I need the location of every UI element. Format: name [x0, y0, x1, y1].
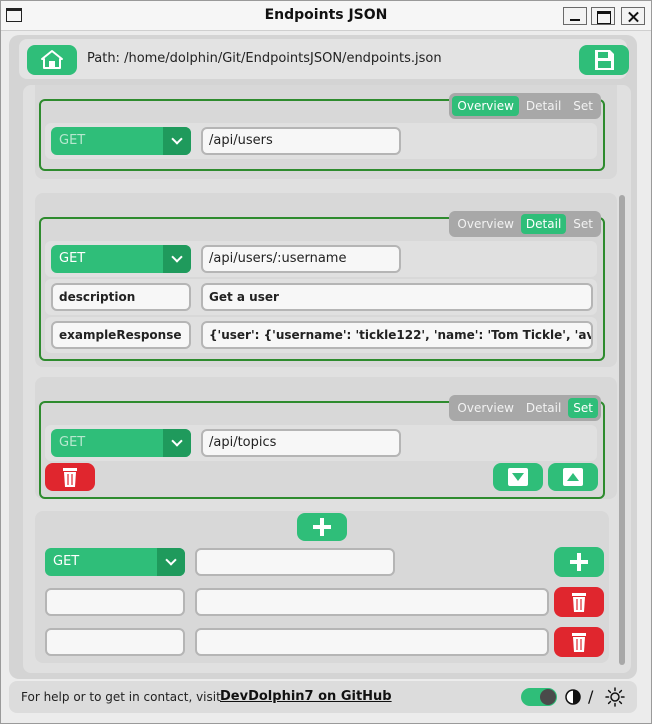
save-button[interactable]: [579, 45, 629, 75]
close-button[interactable]: [621, 7, 645, 25]
method-label: GET: [59, 133, 86, 148]
trash-icon: [572, 633, 586, 652]
delete-field-button[interactable]: [554, 627, 604, 657]
save-icon: [595, 50, 614, 70]
method-label: GET: [53, 554, 80, 569]
new-field-key-input[interactable]: [45, 628, 185, 656]
dark-mode-icon: [565, 689, 581, 705]
endpoint-path-input[interactable]: /api/users/:username: [201, 245, 401, 273]
file-path: Path: /home/dolphin/Git/EndpointsJSON/en…: [87, 51, 442, 66]
title-bar: Endpoints JSON: [1, 1, 651, 31]
plus-icon: [313, 518, 331, 536]
field-key-input[interactable]: exampleResponse: [51, 321, 191, 349]
new-method-select[interactable]: GET: [45, 548, 185, 576]
plus-icon: [570, 553, 588, 571]
light-mode-icon: [605, 687, 625, 707]
trash-icon: [63, 468, 77, 487]
new-endpoint-path-input[interactable]: [195, 548, 395, 576]
arrow-down-icon: [508, 468, 528, 486]
tab-overview[interactable]: Overview: [452, 96, 519, 116]
field-key-input[interactable]: description: [51, 283, 191, 311]
delete-field-button[interactable]: [554, 587, 604, 617]
chevron-down-icon: [163, 127, 191, 155]
github-link[interactable]: DevDolphin7 on GitHub: [220, 689, 392, 704]
tab-set[interactable]: Set: [568, 214, 598, 234]
endpoint-panel: Overview Detail Set GET /api/topics: [39, 395, 605, 499]
new-field-value-input[interactable]: [195, 588, 549, 616]
method-label: GET: [59, 251, 86, 266]
chevron-down-icon: [163, 245, 191, 273]
field-value-input[interactable]: {'user': {'username': 'tickle122', 'name…: [201, 321, 593, 349]
new-field-key-input[interactable]: [45, 588, 185, 616]
home-button[interactable]: [27, 45, 77, 75]
theme-separator: /: [588, 687, 594, 706]
view-selector: Overview Detail Set: [449, 395, 601, 421]
move-down-button[interactable]: [493, 463, 543, 491]
tab-set[interactable]: Set: [568, 96, 598, 116]
tab-overview[interactable]: Overview: [452, 398, 519, 418]
arrow-up-icon: [563, 468, 583, 486]
minimize-button[interactable]: [563, 7, 587, 25]
endpoint-card: Overview Detail Set GET /api/users: [35, 85, 617, 179]
tab-overview[interactable]: Overview: [452, 214, 519, 234]
endpoint-card: Overview Detail Set GET /api/users/:user…: [35, 193, 617, 367]
help-text: For help or to get in contact, visit: [21, 690, 221, 704]
view-selector: Overview Detail Set: [449, 211, 601, 237]
method-select[interactable]: GET: [51, 429, 191, 457]
toggle-knob: [540, 689, 556, 705]
tab-set[interactable]: Set: [568, 398, 598, 418]
endpoint-path-input[interactable]: /api/topics: [201, 429, 401, 457]
window-title: Endpoints JSON: [264, 7, 388, 23]
footer: For help or to get in contact, visit Dev…: [9, 681, 637, 713]
endpoint-card: Overview Detail Set GET /api/topics: [35, 377, 617, 499]
app-body: Path: /home/dolphin/Git/EndpointsJSON/en…: [9, 35, 637, 679]
move-up-button[interactable]: [548, 463, 598, 491]
endpoint-path-input[interactable]: /api/users: [201, 127, 401, 155]
endpoint-panel: Overview Detail Set GET /api/users: [39, 93, 605, 171]
chevron-down-icon: [163, 429, 191, 457]
maximize-button[interactable]: [591, 7, 615, 25]
scrollbar[interactable]: [619, 195, 625, 665]
chevron-down-icon: [157, 548, 185, 576]
endpoint-panel: Overview Detail Set GET /api/users/:user…: [39, 211, 605, 361]
tab-detail[interactable]: Detail: [521, 398, 566, 418]
trash-icon: [572, 593, 586, 612]
home-icon: [41, 50, 63, 69]
theme-toggle[interactable]: [521, 688, 557, 706]
new-endpoint-card: GET: [35, 511, 609, 663]
tab-detail[interactable]: Detail: [520, 214, 567, 234]
endpoints-scroll-area[interactable]: Overview Detail Set GET /api/users Overv…: [23, 85, 631, 673]
new-field-value-input[interactable]: [195, 628, 549, 656]
method-label: GET: [59, 435, 86, 450]
tab-detail[interactable]: Detail: [521, 96, 566, 116]
add-field-button[interactable]: [554, 547, 604, 577]
method-select[interactable]: GET: [51, 245, 191, 273]
add-endpoint-button[interactable]: [297, 513, 347, 541]
field-value-input[interactable]: Get a user: [201, 283, 593, 311]
path-bar: Path: /home/dolphin/Git/EndpointsJSON/en…: [19, 39, 629, 79]
method-select[interactable]: GET: [51, 127, 191, 155]
delete-endpoint-button[interactable]: [45, 463, 95, 491]
view-selector: Overview Detail Set: [449, 93, 601, 119]
app-window: Endpoints JSON Path: /home/dolphin/Git/E…: [0, 0, 652, 724]
